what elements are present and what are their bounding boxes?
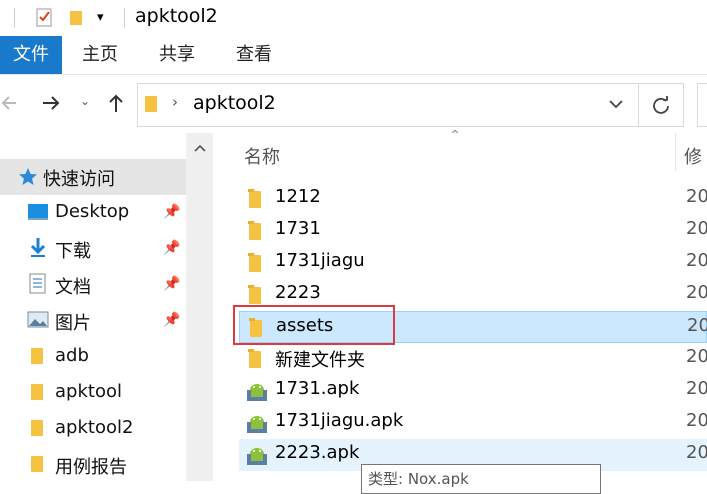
address-bar[interactable]: › apktool2 [137, 83, 639, 127]
folder-icon [31, 420, 43, 436]
folder-icon [248, 221, 261, 240]
refresh-button[interactable] [637, 83, 684, 127]
file-name: 1731.apk [275, 378, 360, 399]
android-apk-icon [247, 448, 267, 465]
file-row[interactable]: 新建文件夹 20 [239, 343, 707, 375]
folder-icon [248, 349, 261, 368]
tab-view[interactable]: 查看 [236, 36, 272, 74]
file-name: 1731jiagu.apk [275, 410, 404, 431]
file-row[interactable]: 1731jiagu.apk 20 [239, 407, 707, 439]
folder-icon [145, 96, 157, 112]
file-row[interactable]: 1212 20 [239, 183, 707, 215]
file-date: 20 [686, 282, 707, 303]
new-folder-icon[interactable] [68, 8, 84, 26]
download-icon [30, 238, 46, 257]
nav-item-pictures[interactable]: 图片 📌 [0, 303, 186, 339]
file-row[interactable]: 1731.apk 20 [239, 375, 707, 407]
android-apk-icon [247, 416, 267, 433]
file-row[interactable]: 1731jiagu 20 [239, 247, 707, 279]
column-header-name[interactable]: 名称 [244, 143, 280, 169]
nav-quick-access[interactable]: 快速访问 [0, 159, 186, 195]
folder-icon [248, 253, 261, 272]
nav-label: 图片 [55, 313, 91, 334]
desktop-icon [28, 204, 48, 220]
nav-item-apktool[interactable]: apktool [0, 375, 186, 411]
pin-icon[interactable]: 📌 [163, 276, 180, 292]
folder-icon [248, 285, 261, 304]
recent-locations-icon[interactable]: ⌄ [80, 94, 90, 108]
file-date: 20 [686, 378, 707, 399]
folder-icon [31, 456, 43, 472]
folder-icon [31, 384, 43, 400]
file-date: 20 [686, 250, 707, 271]
ribbon-tabs: 文件 主页 共享 查看 [0, 36, 707, 75]
back-arrow-icon[interactable] [0, 93, 20, 113]
pin-icon[interactable]: 📌 [163, 312, 180, 328]
nav-item-downloads[interactable]: 下载 📌 [0, 231, 186, 267]
nav-label: 用例报告 [55, 457, 127, 478]
file-name: 新建文件夹 [275, 350, 365, 371]
nav-item-apktool2[interactable]: apktool2 [0, 411, 186, 447]
file-date: 20 [686, 410, 707, 431]
nav-label: 快速访问 [43, 169, 115, 190]
folder-icon [31, 348, 43, 364]
highlight-annotation [233, 305, 395, 345]
pin-icon[interactable]: 📌 [163, 204, 180, 220]
scroll-up-icon[interactable] [193, 143, 207, 153]
nav-item-test-reports[interactable]: 用例报告 [0, 447, 186, 483]
address-path[interactable]: apktool2 [193, 92, 276, 114]
tab-share[interactable]: 共享 [159, 36, 195, 74]
properties-icon[interactable] [36, 7, 54, 27]
nav-label: Desktop [55, 201, 130, 222]
forward-arrow-icon[interactable] [40, 93, 62, 113]
file-name: 1731 [275, 218, 321, 239]
file-date: 20 [686, 346, 707, 367]
nav-label: adb [55, 345, 89, 366]
column-divider[interactable] [675, 133, 676, 171]
file-name: 1731jiagu [275, 250, 365, 271]
file-date: 20 [686, 186, 707, 207]
tab-file[interactable]: 文件 [0, 36, 62, 74]
customize-toolbar-icon[interactable]: ▾ [97, 10, 104, 25]
chevron-down-icon[interactable] [608, 98, 624, 110]
file-name: 2223.apk [275, 442, 360, 463]
tab-home[interactable]: 主页 [82, 36, 118, 74]
nav-item-adb[interactable]: adb [0, 339, 186, 375]
folder-icon [248, 189, 261, 208]
nav-item-desktop[interactable]: Desktop 📌 [0, 195, 186, 231]
android-apk-icon [247, 384, 267, 401]
refresh-icon [653, 96, 669, 114]
search-input[interactable] [697, 83, 707, 127]
nav-label: apktool2 [55, 417, 134, 438]
pin-icon[interactable]: 📌 [163, 240, 180, 256]
pictures-icon [27, 311, 49, 328]
up-arrow-icon[interactable] [106, 92, 126, 114]
navigation-pane: 快速访问 Desktop 📌 下载 📌 文档 📌 图片 📌 adb apktoo… [0, 133, 213, 481]
file-date: 20 [686, 218, 707, 239]
file-date: 20 [686, 442, 707, 463]
file-name: 2223 [275, 282, 321, 303]
nav-scrollbar[interactable] [186, 133, 213, 481]
nav-label: 下载 [55, 241, 91, 262]
tooltip: 类型: Nox.apk [361, 464, 601, 494]
address-row: ⌄ › apktool2 [0, 75, 707, 133]
nav-label: 文档 [55, 277, 91, 298]
nav-label: apktool [55, 381, 122, 402]
file-date: 20 [687, 315, 707, 336]
window-title: apktool2 [135, 5, 218, 27]
divider [124, 8, 125, 28]
divider [14, 8, 15, 28]
star-icon [19, 168, 37, 185]
chevron-right-icon[interactable]: › [172, 93, 178, 111]
column-header-modified[interactable]: 修 [684, 143, 702, 169]
title-bar: ▾ apktool2 [0, 0, 707, 36]
file-name: 1212 [275, 186, 321, 207]
nav-item-documents[interactable]: 文档 📌 [0, 267, 186, 303]
document-icon [29, 273, 46, 294]
file-row[interactable]: 1731 20 [239, 215, 707, 247]
